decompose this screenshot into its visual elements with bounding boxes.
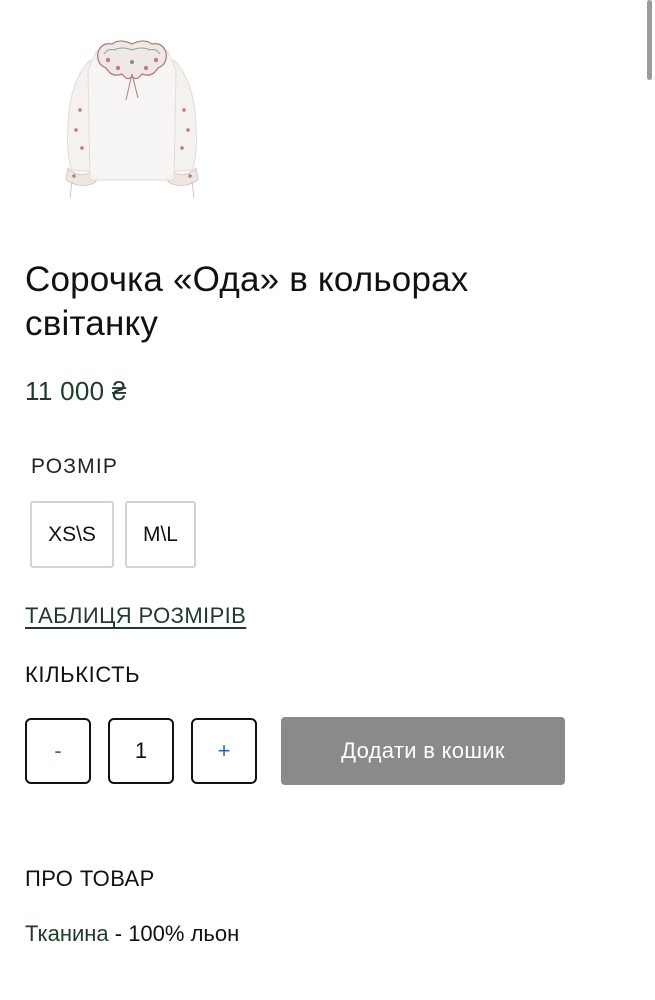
page-scrollbar[interactable] [647,0,652,80]
blouse-illustration [65,40,199,199]
size-label: РОЗМІР [31,455,119,478]
quantity-input[interactable]: 1 [108,718,174,784]
add-to-cart-button[interactable]: Додати в кошик [281,717,565,785]
product-title: Сорочка «Ода» в кольорах світанку [25,260,469,343]
size-table-link[interactable]: ТАБЛИЦЯ РОЗМІРІВ [25,603,246,629]
quantity-increase-button[interactable]: + [191,718,257,784]
about-product-heading: ПРО ТОВАР [25,866,155,891]
fabric-value: - 100% льон [108,921,240,946]
size-option-xs-s[interactable]: XS\S [30,501,114,568]
quantity-decrease-button[interactable]: - [25,718,91,784]
quantity-label: КІЛЬКІСТЬ [25,662,141,687]
product-price: 11 000 ₴ [25,376,127,406]
fabric-key: Тканина [25,921,109,946]
product-image[interactable] [52,30,212,210]
size-option-m-l[interactable]: M\L [125,501,196,568]
fabric-info: Тканина - 100% льон [25,921,239,947]
